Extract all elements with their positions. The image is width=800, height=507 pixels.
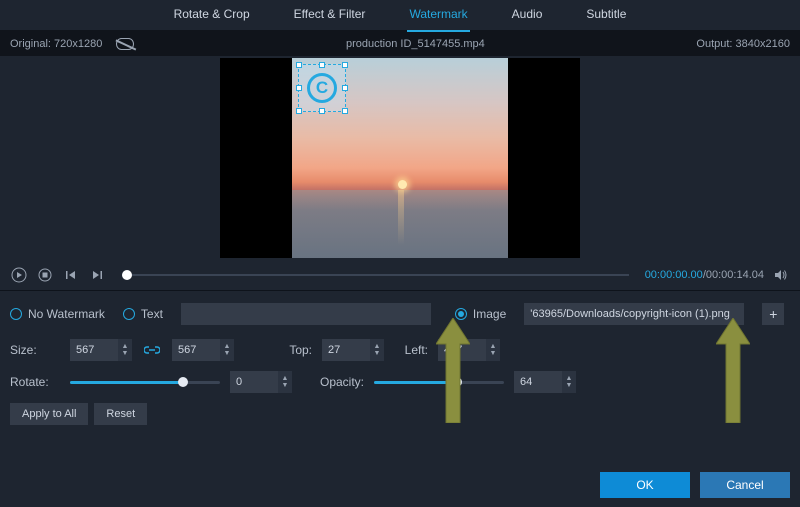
- rotate-opacity-row: Rotate: ▲▼ Opacity: ▲▼: [10, 371, 790, 393]
- handle-bot-right[interactable]: [342, 108, 348, 114]
- radio-label: Text: [141, 307, 163, 321]
- add-watermark-image-button[interactable]: +: [762, 303, 784, 325]
- rotate-spinner[interactable]: ▲▼: [230, 371, 292, 393]
- tab-watermark[interactable]: Watermark: [387, 0, 489, 30]
- tab-effect-filter[interactable]: Effect & Filter: [272, 0, 388, 30]
- opacity-slider[interactable]: [374, 374, 504, 390]
- ok-button[interactable]: OK: [600, 472, 690, 498]
- size-width-input[interactable]: [70, 339, 118, 361]
- visibility-toggle-icon[interactable]: [116, 38, 134, 50]
- time-total: 00:00:14.04: [706, 269, 764, 281]
- cancel-button[interactable]: Cancel: [700, 472, 790, 498]
- top-tabs: Rotate & Crop Effect & Filter Watermark …: [0, 0, 800, 32]
- preview-reflection: [398, 190, 404, 245]
- opacity-spinner[interactable]: ▲▼: [514, 371, 576, 393]
- preview-area: C: [0, 56, 800, 260]
- size-label: Size:: [10, 343, 60, 357]
- apply-to-all-button[interactable]: Apply to All: [10, 403, 88, 425]
- up-arrow-icon[interactable]: ▲: [122, 343, 129, 350]
- info-bar: Original: 720x1280 production ID_5147455…: [0, 32, 800, 56]
- down-arrow-icon[interactable]: ▼: [224, 350, 231, 357]
- radio-no-watermark[interactable]: No Watermark: [10, 307, 105, 321]
- opacity-label: Opacity:: [308, 375, 364, 389]
- prev-frame-button[interactable]: [62, 266, 80, 284]
- letterbox-left: [220, 58, 292, 258]
- size-position-row: Size: ▲▼ ▲▼ Top: ▲▼ Left: ▲▼: [10, 339, 790, 361]
- rotate-slider[interactable]: [70, 374, 220, 390]
- original-label: Original: 720x1280: [10, 38, 102, 50]
- up-arrow-icon[interactable]: ▲: [374, 343, 381, 350]
- up-arrow-icon[interactable]: ▲: [282, 375, 289, 382]
- time-current: 00:00:00.00: [645, 269, 703, 281]
- stop-button[interactable]: [36, 266, 54, 284]
- up-arrow-icon[interactable]: ▲: [490, 343, 497, 350]
- rotate-input[interactable]: [230, 371, 278, 393]
- letterbox-right: [508, 58, 580, 258]
- preview-sun: [398, 180, 407, 189]
- top-input[interactable]: [322, 339, 370, 361]
- watermark-text-input[interactable]: [181, 303, 431, 325]
- handle-mid-left[interactable]: [296, 85, 302, 91]
- watermark-image-path-input[interactable]: [524, 303, 744, 325]
- link-aspect-icon[interactable]: [142, 340, 162, 360]
- down-arrow-icon[interactable]: ▼: [282, 382, 289, 389]
- down-arrow-icon[interactable]: ▼: [374, 350, 381, 357]
- footer-buttons: OK Cancel: [600, 472, 790, 498]
- down-arrow-icon[interactable]: ▼: [122, 350, 129, 357]
- watermark-type-row: No Watermark Text Image +: [10, 303, 790, 325]
- left-input[interactable]: [438, 339, 486, 361]
- slider-knob[interactable]: [452, 377, 462, 387]
- left-spinner[interactable]: ▲▼: [438, 339, 500, 361]
- up-arrow-icon[interactable]: ▲: [224, 343, 231, 350]
- handle-mid-right[interactable]: [342, 85, 348, 91]
- radio-icon: [123, 308, 135, 320]
- tab-rotate-crop[interactable]: Rotate & Crop: [152, 0, 272, 30]
- slider-knob[interactable]: [178, 377, 188, 387]
- timeline-scrubber[interactable]: [122, 274, 629, 276]
- handle-top-right[interactable]: [342, 62, 348, 68]
- radio-label: No Watermark: [28, 307, 105, 321]
- size-height-spinner[interactable]: ▲▼: [172, 339, 234, 361]
- play-button[interactable]: [10, 266, 28, 284]
- time-display: 00:00:00.00/00:00:14.04: [645, 269, 764, 281]
- down-arrow-icon[interactable]: ▼: [566, 382, 573, 389]
- down-arrow-icon[interactable]: ▼: [490, 350, 497, 357]
- volume-icon[interactable]: [772, 266, 790, 284]
- filename-label: production ID_5147455.mp4: [346, 38, 485, 50]
- top-spinner[interactable]: ▲▼: [322, 339, 384, 361]
- handle-top-mid[interactable]: [319, 62, 325, 68]
- radio-label: Image: [473, 307, 506, 321]
- size-width-spinner[interactable]: ▲▼: [70, 339, 132, 361]
- watermark-bbox[interactable]: C: [298, 64, 346, 112]
- opacity-input[interactable]: [514, 371, 562, 393]
- reset-button[interactable]: Reset: [94, 403, 147, 425]
- radio-icon: [10, 308, 22, 320]
- radio-icon: [455, 308, 467, 320]
- handle-top-left[interactable]: [296, 62, 302, 68]
- size-height-input[interactable]: [172, 339, 220, 361]
- tab-audio[interactable]: Audio: [490, 0, 565, 30]
- left-label: Left:: [394, 343, 428, 357]
- transport-bar: 00:00:00.00/00:00:14.04: [0, 260, 800, 290]
- radio-image[interactable]: Image: [455, 307, 506, 321]
- tab-subtitle[interactable]: Subtitle: [564, 0, 648, 30]
- copyright-icon: C: [307, 73, 337, 103]
- watermark-panel: No Watermark Text Image + Size: ▲▼ ▲▼ To…: [0, 291, 800, 435]
- top-label: Top:: [262, 343, 312, 357]
- up-arrow-icon[interactable]: ▲: [566, 375, 573, 382]
- radio-text[interactable]: Text: [123, 307, 163, 321]
- scrubber-handle[interactable]: [122, 270, 132, 280]
- output-label: Output: 3840x2160: [696, 38, 790, 50]
- handle-bot-left[interactable]: [296, 108, 302, 114]
- next-frame-button[interactable]: [88, 266, 106, 284]
- handle-bot-mid[interactable]: [319, 108, 325, 114]
- video-preview[interactable]: C: [220, 58, 580, 258]
- rotate-label: Rotate:: [10, 375, 60, 389]
